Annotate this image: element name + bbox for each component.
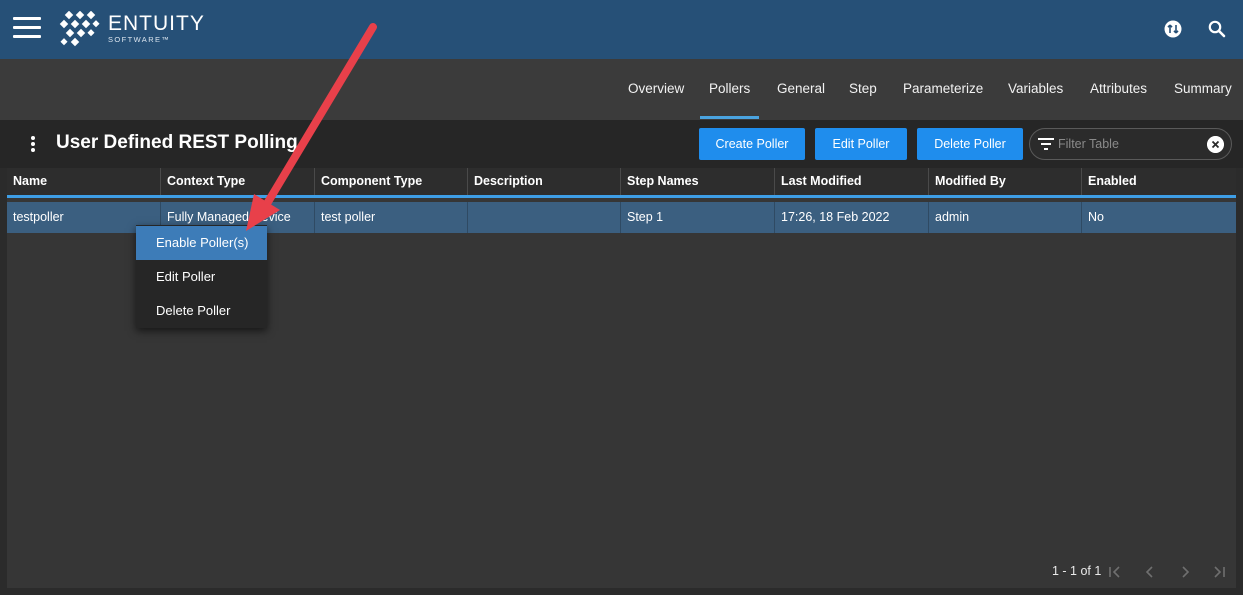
more-options-icon[interactable] [26, 136, 40, 154]
tab-general[interactable]: General [777, 59, 825, 120]
tab-attributes[interactable]: Attributes [1090, 59, 1147, 120]
app-header: ENTUITY SOFTWARE™ [0, 0, 1243, 59]
column-header-last-modified[interactable]: Last Modified [775, 168, 929, 195]
sync-icon[interactable] [1162, 18, 1184, 40]
column-header-modified-by[interactable]: Modified By [929, 168, 1082, 195]
table-toolbar: User Defined REST Polling Create Poller … [0, 120, 1243, 168]
menu-item-enable-pollers[interactable]: Enable Poller(s) [136, 226, 267, 260]
tab-parameterize[interactable]: Parameterize [903, 59, 983, 120]
menu-item-delete-poller[interactable]: Delete Poller [136, 294, 267, 328]
clear-filter-icon[interactable] [1207, 136, 1224, 153]
filter-input[interactable] [1058, 135, 1198, 153]
create-poller-button[interactable]: Create Poller [699, 128, 805, 160]
entuity-logo: ENTUITY SOFTWARE™ [58, 11, 208, 49]
column-header-component-type[interactable]: Component Type [315, 168, 468, 195]
logo-mark-icon [59, 11, 100, 47]
cell-description [468, 202, 621, 233]
logo-text: ENTUITY [108, 12, 205, 35]
filter-table-field [1029, 128, 1232, 160]
tab-overview[interactable]: Overview [628, 59, 684, 120]
tab-variables[interactable]: Variables [1008, 59, 1063, 120]
next-page-icon[interactable] [1177, 565, 1193, 579]
column-header-step-names[interactable]: Step Names [621, 168, 775, 195]
column-header-context-type[interactable]: Context Type [161, 168, 315, 195]
cell-last-modified: 17:26, 18 Feb 2022 [775, 202, 929, 233]
pagination-range: 1 - 1 of 1 [1052, 564, 1102, 578]
tab-bar: Overview Pollers General Step Parameteri… [0, 59, 1243, 120]
column-header-enabled[interactable]: Enabled [1082, 168, 1236, 195]
filter-icon [1038, 138, 1054, 150]
table-header: Name Context Type Component Type Descrip… [7, 168, 1236, 198]
tab-step[interactable]: Step [849, 59, 877, 120]
cell-enabled: No [1088, 210, 1104, 224]
tab-pollers[interactable]: Pollers [699, 59, 760, 120]
previous-page-icon[interactable] [1142, 565, 1158, 579]
column-header-description[interactable]: Description [468, 168, 621, 195]
delete-poller-button[interactable]: Delete Poller [917, 128, 1023, 160]
cell-component-type: test poller [315, 202, 468, 233]
last-page-icon[interactable] [1211, 565, 1227, 579]
cell-step-names: Step 1 [621, 202, 775, 233]
logo-subtext: SOFTWARE™ [108, 35, 171, 44]
edit-poller-button[interactable]: Edit Poller [815, 128, 907, 160]
menu-icon[interactable] [13, 17, 41, 39]
row-context-menu: Enable Poller(s) Edit Poller Delete Poll… [136, 225, 267, 328]
menu-item-edit-poller[interactable]: Edit Poller [136, 260, 267, 294]
column-header-name[interactable]: Name [7, 168, 161, 195]
cell-modified-by: admin [929, 202, 1082, 233]
first-page-icon[interactable] [1107, 565, 1123, 579]
page-title: User Defined REST Polling [56, 132, 298, 153]
tab-summary[interactable]: Summary [1174, 59, 1232, 120]
search-icon[interactable] [1206, 18, 1228, 40]
